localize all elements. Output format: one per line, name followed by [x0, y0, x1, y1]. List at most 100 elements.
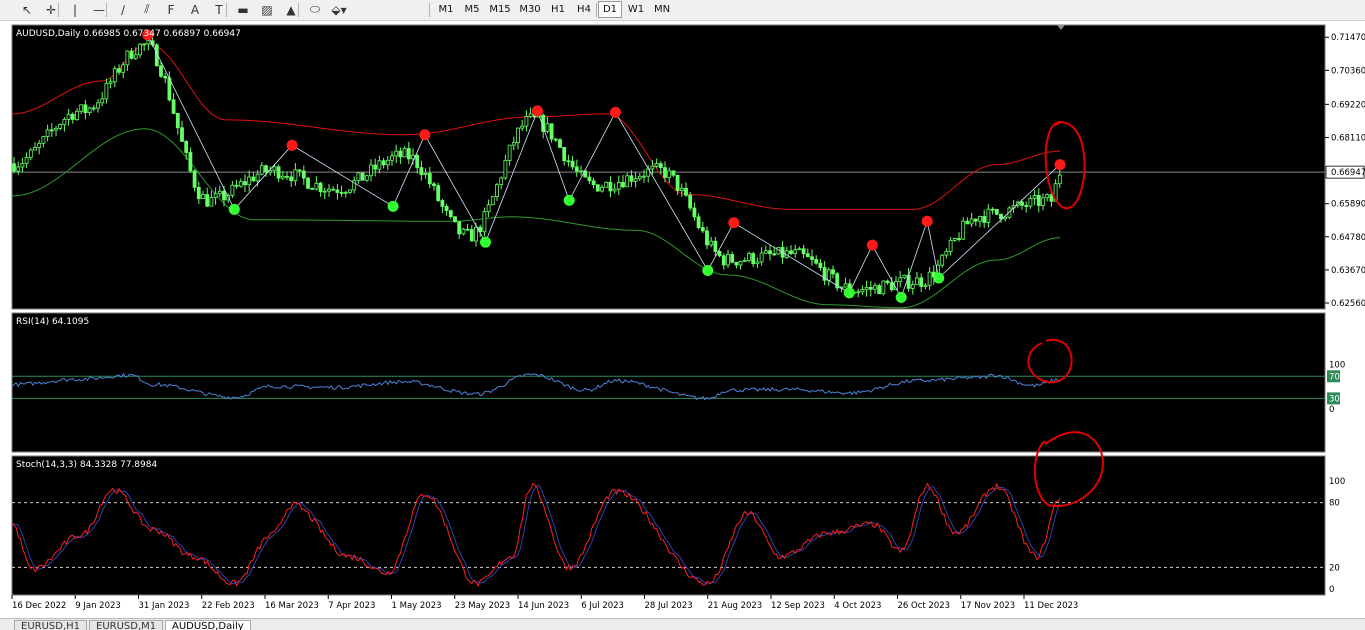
- timeframe-m30[interactable]: M30: [516, 1, 544, 18]
- candle-body: [608, 181, 613, 192]
- rsi-scale-label: 0: [1329, 405, 1334, 415]
- candle-body: [117, 68, 121, 73]
- rectangle-icon[interactable]: ▬: [232, 1, 254, 18]
- x-axis-label: 14 Jun 2023: [518, 601, 569, 611]
- timeframe-mn[interactable]: MN: [650, 1, 674, 18]
- candle-body: [1036, 195, 1041, 206]
- candle-body: [684, 187, 688, 196]
- candle-body: [138, 43, 142, 56]
- timeframe-m15[interactable]: M15: [486, 1, 514, 18]
- candle-body: [436, 185, 441, 201]
- candle-body: [159, 65, 163, 77]
- candle-body: [520, 125, 525, 129]
- candle-body: [247, 176, 252, 186]
- candle-body: [545, 123, 550, 132]
- rsi-panel[interactable]: [11, 312, 1326, 453]
- candle-body: [927, 271, 932, 286]
- candle-body: [747, 253, 751, 261]
- price-label: 0.69220: [1331, 100, 1365, 110]
- candle-body: [331, 188, 336, 191]
- price-panel[interactable]: [11, 24, 1326, 310]
- x-axis-label: 7 Apr 2023: [328, 601, 375, 611]
- candle-body: [213, 193, 218, 198]
- candle-body: [16, 166, 21, 172]
- candle-body: [553, 138, 558, 141]
- timeframe-h1[interactable]: H1: [546, 1, 570, 18]
- x-axis-label: 16 Dec 2022: [12, 601, 66, 611]
- x-axis-label: 9 Jan 2023: [75, 601, 121, 611]
- candle-body: [902, 274, 907, 279]
- candle-body: [738, 260, 743, 266]
- candle-body: [175, 113, 180, 129]
- text-tool-icon[interactable]: A: [184, 1, 206, 18]
- candle-body: [75, 110, 79, 120]
- candle-body: [310, 187, 315, 190]
- candle-body: [402, 148, 407, 158]
- candle-body: [301, 170, 306, 179]
- candle-body: [495, 184, 499, 198]
- candle-body: [184, 141, 189, 153]
- candle-body: [826, 269, 831, 281]
- vertical-line-icon[interactable]: |: [64, 1, 86, 18]
- swing-high-dot: [531, 105, 543, 117]
- channel-icon[interactable]: ⫽: [136, 1, 158, 18]
- cycle-lines-icon[interactable]: ▨: [256, 1, 278, 18]
- candle-body: [306, 177, 310, 189]
- candle-body: [37, 142, 42, 148]
- candle-body: [335, 189, 340, 193]
- candle-body: [957, 238, 961, 240]
- candle-body: [482, 211, 487, 233]
- candle-body: [667, 170, 672, 178]
- candle-body: [671, 170, 676, 176]
- x-axis-label: 28 Jul 2023: [645, 601, 693, 611]
- candle-body: [734, 261, 739, 266]
- candle-body: [381, 160, 386, 166]
- candle-body: [327, 188, 331, 192]
- x-axis-label: 16 Mar 2023: [265, 601, 319, 611]
- x-axis-label: 1 May 2023: [392, 601, 442, 611]
- arrows-icon[interactable]: ⬙▾: [328, 1, 350, 18]
- candle-body: [810, 256, 814, 260]
- candle-body: [369, 164, 373, 177]
- candle-body: [990, 208, 995, 211]
- candle-body: [503, 160, 508, 179]
- candle-body: [633, 178, 638, 182]
- ellipse-icon[interactable]: ⬭: [304, 1, 326, 18]
- trendline-icon[interactable]: ∕: [112, 1, 134, 18]
- x-axis-label: 17 Nov 2023: [961, 601, 1015, 611]
- candle-body: [1020, 201, 1024, 206]
- timeframe-w1[interactable]: W1: [624, 1, 648, 18]
- stoch-panel[interactable]: [11, 455, 1326, 596]
- timeframe-m5[interactable]: M5: [460, 1, 484, 18]
- chart-canvas[interactable]: 0.71470 0.70360 0.69220 0.68110 0.66947 0.658…: [0, 21, 1365, 618]
- candle-body: [129, 50, 134, 59]
- candle-body: [940, 254, 945, 266]
- candle-body: [877, 285, 882, 295]
- candle-body: [885, 280, 890, 284]
- candle-body: [793, 249, 798, 254]
- candle-body: [511, 142, 516, 146]
- toolbar-separator: [226, 3, 227, 17]
- candle-body: [721, 255, 726, 266]
- price-label: 0.63670: [1331, 266, 1365, 276]
- candle-body: [709, 240, 714, 246]
- candle-body: [293, 169, 298, 182]
- candle-body: [789, 250, 793, 254]
- candle-body: [570, 160, 575, 168]
- price-panel-header: AUDUSD,Daily 0.66985 0.67347 0.66897 0.6…: [16, 29, 241, 39]
- candle-body: [696, 216, 701, 229]
- cursor-icon[interactable]: ↖: [16, 1, 38, 18]
- candle-body: [112, 68, 117, 83]
- timeframe-h4[interactable]: H4: [572, 1, 596, 18]
- fibonacci-icon[interactable]: F: [160, 1, 182, 18]
- timeframe-d1[interactable]: D1: [598, 1, 622, 18]
- swing-high-dot: [1054, 159, 1066, 171]
- chart-window[interactable]: 0.71470 0.70360 0.69220 0.68110 0.66947 0.658…: [0, 21, 1365, 618]
- candle-body: [889, 282, 894, 291]
- candle-body: [96, 102, 100, 109]
- candle-body: [965, 220, 970, 225]
- candle-body: [356, 172, 361, 182]
- candle-body: [465, 228, 470, 231]
- candle-body: [768, 250, 772, 255]
- timeframe-m1[interactable]: M1: [434, 1, 458, 18]
